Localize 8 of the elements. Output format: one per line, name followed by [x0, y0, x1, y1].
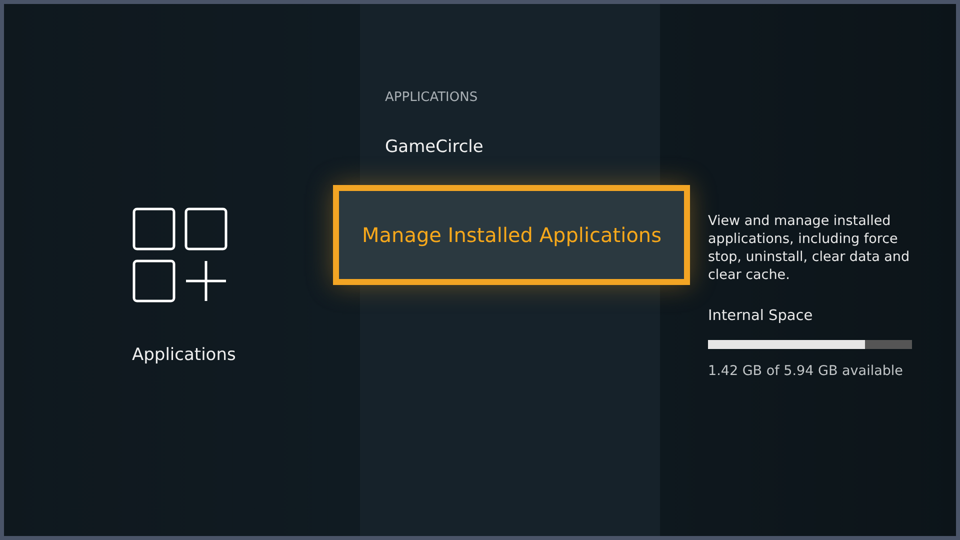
menu-item[interactable]: Manage Installed Applications — [333, 185, 690, 285]
menu-header: APPLICATIONS — [385, 90, 479, 105]
category-label: Applications — [132, 345, 236, 365]
storage-reading: 1.42 GB of 5.94 GB available — [708, 363, 904, 379]
apps-grid-icon — [132, 207, 230, 305]
menu-item[interactable]: GameCircle — [385, 135, 660, 185]
description-text: View and manage installed applications, including force stop, uninstall, clear data and clear cache. — [708, 212, 911, 284]
storage-title: Internal Space — [708, 308, 814, 324]
